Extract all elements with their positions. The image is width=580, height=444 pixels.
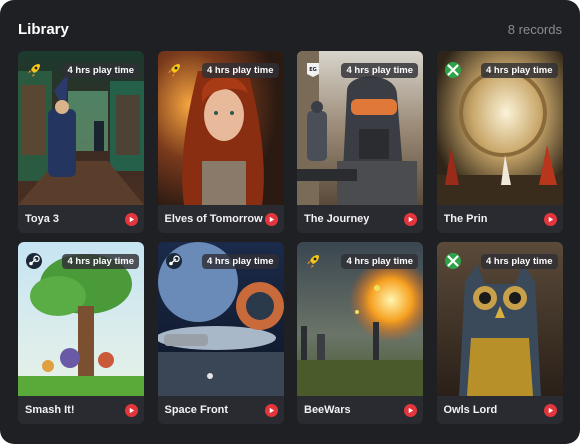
card-footer: Toya 3	[18, 205, 144, 233]
game-card[interactable]: 4 hrs play time Space Front	[157, 242, 284, 424]
play-icon	[408, 407, 414, 413]
steam-icon	[25, 252, 43, 270]
play-icon	[269, 216, 274, 222]
play-button[interactable]	[264, 403, 278, 417]
game-title: Elves of Tomorrow	[164, 213, 263, 225]
rocket-icon	[25, 61, 43, 79]
card-footer: The Journey	[297, 205, 423, 233]
record-count: 8 records	[507, 21, 562, 37]
game-card[interactable]: 4 hrs play time BeeWars	[297, 242, 423, 424]
card-footer: The Prin	[436, 205, 563, 233]
game-title: Smash It!	[25, 404, 75, 416]
play-icon	[269, 407, 274, 413]
rocket-icon	[304, 252, 322, 270]
game-card[interactable]: 4 hrs play time The Prin	[436, 51, 563, 233]
game-card[interactable]: 4 hrs play time Smash It!	[18, 242, 144, 424]
epic-games-icon: EG	[304, 61, 322, 79]
play-button[interactable]	[125, 212, 138, 226]
game-title: The Journey	[304, 213, 370, 225]
play-icon	[129, 407, 135, 413]
game-title: Space Front	[164, 404, 229, 416]
playtime-badge: 4 hrs play time	[62, 254, 139, 269]
play-button[interactable]	[125, 403, 138, 417]
play-icon	[548, 216, 553, 222]
rocket-icon	[165, 61, 183, 79]
game-card[interactable]: 4 hrs play time Toya 3	[18, 51, 144, 233]
playtime-badge: 4 hrs play time	[341, 63, 418, 78]
xbox-icon	[444, 252, 462, 270]
play-button[interactable]	[404, 403, 417, 417]
card-footer: BeeWars	[297, 396, 423, 424]
steam-icon	[165, 252, 183, 270]
library-title: Library	[18, 20, 69, 38]
game-title: BeeWars	[304, 404, 351, 416]
playtime-badge: 4 hrs play time	[62, 63, 139, 78]
svg-text:EG: EG	[309, 67, 317, 73]
library-panel: Library 8 records 4 hrs play time Toya 3…	[0, 0, 580, 444]
card-footer: Smash It!	[18, 396, 144, 424]
game-grid: 4 hrs play time Toya 3 4 hrs play time E…	[18, 51, 563, 424]
game-card[interactable]: 4 hrs play time Owls Lord	[436, 242, 563, 424]
game-card[interactable]: EG 4 hrs play time The Journey	[297, 51, 423, 233]
play-icon	[408, 216, 414, 222]
play-button[interactable]	[543, 212, 557, 226]
play-icon	[129, 216, 135, 222]
play-button[interactable]	[404, 212, 417, 226]
playtime-badge: 4 hrs play time	[201, 63, 279, 78]
card-footer: Elves of Tomorrow	[157, 205, 284, 233]
game-card[interactable]: 4 hrs play time Elves of Tomorrow	[157, 51, 284, 233]
playtime-badge: 4 hrs play time	[201, 254, 279, 269]
playtime-badge: 4 hrs play time	[341, 254, 418, 269]
card-footer: Space Front	[157, 396, 284, 424]
library-header: Library 8 records	[18, 18, 562, 40]
play-icon	[548, 407, 553, 413]
playtime-badge: 4 hrs play time	[480, 254, 558, 269]
xbox-icon	[444, 61, 462, 79]
card-footer: Owls Lord	[436, 396, 563, 424]
game-title: Toya 3	[25, 213, 60, 225]
play-button[interactable]	[264, 212, 278, 226]
playtime-badge: 4 hrs play time	[480, 63, 558, 78]
game-title: Owls Lord	[443, 404, 498, 416]
play-button[interactable]	[543, 403, 557, 417]
game-title: The Prin	[443, 213, 488, 225]
